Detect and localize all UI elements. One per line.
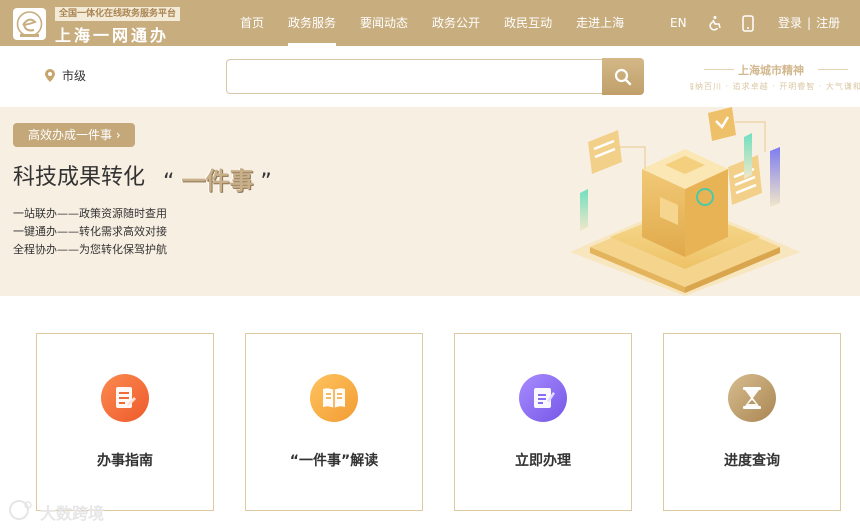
- quote-open: “: [163, 170, 175, 195]
- main-nav: 首页 政务服务 要闻动态 政务公开 政民互动 走进上海: [228, 0, 636, 46]
- hourglass-icon: [728, 374, 776, 422]
- watermark-text: 大数跨境: [40, 504, 105, 523]
- search-input[interactable]: [226, 59, 604, 94]
- hero-banner: 高效办成一件事 › 科技成果转化 “ 一件事 ” 一站联办——政策资源随时查用 …: [0, 107, 860, 296]
- language-switch[interactable]: EN: [670, 0, 687, 46]
- banner-title: 科技成果转化: [13, 165, 146, 190]
- quote-highlight: 一件事: [181, 167, 254, 195]
- site-name[interactable]: 上海一网通办: [55, 22, 169, 46]
- platform-tag: 全国一体化在线政务服务平台: [55, 7, 181, 21]
- card-guide-label: 办事指南: [97, 453, 153, 469]
- site-logo[interactable]: [13, 8, 46, 40]
- quote-close: ”: [260, 170, 272, 195]
- divider-right: [818, 69, 848, 70]
- efficient-one-thing-tag[interactable]: 高效办成一件事 ›: [13, 123, 135, 147]
- card-progress-query-label: 进度查询: [724, 453, 780, 469]
- location-pin-icon: [45, 69, 55, 82]
- auth-links: 登录 | 注册: [778, 0, 840, 46]
- banner-quote: “ 一件事 ”: [163, 161, 272, 196]
- nav-home[interactable]: 首页: [228, 0, 276, 46]
- nav-gov-services[interactable]: 政务服务: [276, 0, 348, 46]
- card-guide[interactable]: 办事指南: [36, 333, 214, 511]
- city-spirit-subtitle: 海纳百川 · 追求卓越 · 开明睿智 · 大气谦和: [690, 82, 860, 91]
- mobile-icon[interactable]: [742, 15, 754, 32]
- card-interpretation-label: “一件事”解读: [289, 453, 379, 469]
- isometric-illustration: [570, 107, 800, 296]
- apply-icon: [519, 374, 567, 422]
- city-spirit-banner: 上海城市精神 海纳百川 · 追求卓越 · 开明睿智 · 大气谦和: [690, 62, 860, 96]
- nav-interaction[interactable]: 政民互动: [492, 0, 564, 46]
- register-link[interactable]: 注册: [816, 16, 840, 30]
- city-spirit-title: 上海城市精神: [738, 64, 804, 77]
- guide-icon: [101, 374, 149, 422]
- banner-feature-line: 一键通办——转化需求高效对接: [13, 225, 167, 238]
- search-icon: [614, 68, 632, 86]
- card-progress-query[interactable]: 进度查询: [663, 333, 841, 511]
- nav-open-gov[interactable]: 政务公开: [420, 0, 492, 46]
- logo-emblem-icon: [16, 11, 43, 37]
- nav-shanghai[interactable]: 走进上海: [564, 0, 636, 46]
- nav-news[interactable]: 要闻动态: [348, 0, 420, 46]
- card-apply-now-label: 立即办理: [515, 453, 571, 469]
- watermark-logo-icon: [9, 500, 32, 520]
- banner-feature-line: 一站联办——政策资源随时查用: [13, 207, 167, 220]
- auth-separator: |: [807, 16, 812, 30]
- accessibility-icon[interactable]: [707, 15, 723, 31]
- location-selector[interactable]: 市级: [62, 67, 86, 84]
- top-header: 全国一体化在线政务服务平台 上海一网通办 首页 政务服务 要闻动态 政务公开 政…: [0, 0, 860, 46]
- banner-feature-line: 全程协办——为您转化保驾护航: [13, 243, 167, 256]
- book-icon: [310, 374, 358, 422]
- login-link[interactable]: 登录: [778, 16, 802, 30]
- card-interpretation[interactable]: “一件事”解读: [245, 333, 423, 511]
- divider-left: [704, 69, 734, 70]
- search-button[interactable]: [602, 58, 644, 95]
- card-apply-now[interactable]: 立即办理: [454, 333, 632, 511]
